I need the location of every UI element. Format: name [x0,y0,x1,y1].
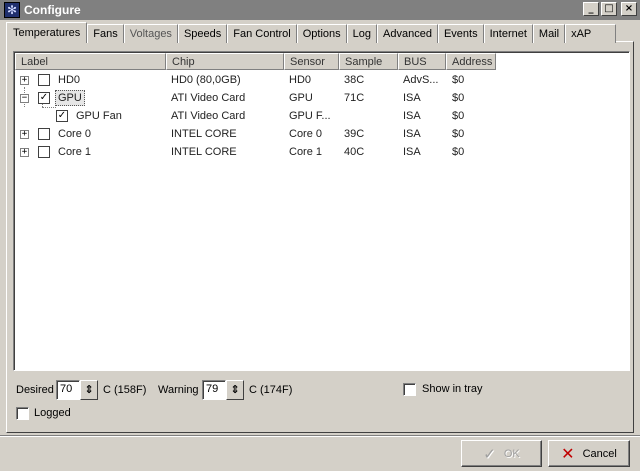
row-bus: ISA [403,146,421,158]
row-sample: 38C [344,74,365,86]
warning-temp-input[interactable]: 79 [202,380,226,400]
tab-voltages[interactable]: Voltages [123,24,178,43]
row-sensor: GPU F... [289,110,331,122]
row-checkbox[interactable] [38,146,50,158]
tab-fan-control[interactable]: Fan Control [227,24,297,43]
footer-divider [0,435,640,437]
cancel-button[interactable]: ✕ Cancel [548,440,630,467]
column-header-sample[interactable]: Sample [339,53,398,70]
table-row[interactable]: ✓ GPU Fan ATI Video Card GPU F... ISA $0 [15,107,630,125]
row-checkbox-checked[interactable]: ✓ [56,110,68,122]
tab-log[interactable]: Log [346,24,378,43]
row-label: Core 0 [58,128,92,140]
tab-strip: Temperatures Fans Voltages Speeds Fan Co… [6,22,617,43]
tab-options[interactable]: Options [296,24,347,43]
table-row[interactable]: − ✓ GPU ATI Video Card GPU 71C ISA $0 [15,89,630,107]
sensor-list[interactable]: Label Chip Sensor Sample BUS Address + H… [13,51,630,371]
desired-spin-button[interactable]: ⇕ [80,380,98,400]
row-label: HD0 [58,74,81,86]
maximize-button[interactable]: □ [601,2,617,16]
tab-mail[interactable]: Mail [532,24,566,43]
row-chip: INTEL CORE [171,128,237,140]
tab-advanced[interactable]: Advanced [377,24,438,43]
row-sensor: Core 0 [289,128,323,140]
row-chip: HD0 (80,0GB) [171,74,241,86]
table-row[interactable]: + HD0 HD0 (80,0GB) HD0 38C AdvS... $0 [15,71,630,89]
checkmark-icon: ✓ [483,445,496,463]
desired-temp-input[interactable]: 70 [56,380,80,400]
desired-unit: C (158F) [103,384,147,396]
tab-internet[interactable]: Internet [483,24,533,43]
row-address: $0 [452,128,465,140]
row-sample: 40C [344,146,365,158]
title-bar[interactable]: ✻ Configure _ □ × [0,0,640,20]
tab-xap[interactable]: xAP [565,24,617,43]
column-header-address[interactable]: Address [446,53,496,70]
collapse-icon[interactable]: − [20,94,29,103]
row-label: Core 1 [58,146,92,158]
row-sensor: Core 1 [289,146,323,158]
expand-icon[interactable]: + [20,76,29,85]
cancel-button-label: Cancel [582,447,617,460]
minimize-button[interactable]: _ [583,2,599,16]
table-row[interactable]: + Core 1 INTEL CORE Core 1 40C ISA $0 [15,143,630,161]
row-checkbox[interactable] [38,74,50,86]
row-bus: ISA [403,110,421,122]
desired-label: Desired [16,384,54,396]
sensor-rows: + HD0 HD0 (80,0GB) HD0 38C AdvS... $0 − … [15,71,630,161]
warning-unit: C (174F) [249,384,293,396]
expand-icon[interactable]: + [20,130,29,139]
warning-label: Warning [158,384,199,396]
logged-checkbox[interactable] [16,407,29,420]
warning-spin-button[interactable]: ⇕ [226,380,244,400]
row-address: $0 [452,110,465,122]
row-bus: ISA [403,128,421,140]
ok-button-label: OK [503,447,520,460]
show-in-tray-label: Show in tray [422,383,483,395]
ok-button[interactable]: ✓ OK [461,440,542,467]
column-header-chip[interactable]: Chip [166,53,284,70]
row-address: $0 [452,146,465,158]
row-sensor: GPU [289,92,313,104]
close-x-icon: ✕ [561,444,575,463]
row-label: GPU [55,90,85,106]
column-header-sensor[interactable]: Sensor [284,53,339,70]
tab-events[interactable]: Events [437,24,484,43]
show-in-tray-checkbox[interactable] [403,383,416,396]
row-label: GPU Fan [76,110,122,122]
column-header-bus[interactable]: BUS [398,53,446,70]
row-bus: AdvS... [403,74,439,86]
tab-speeds[interactable]: Speeds [177,24,228,43]
row-address: $0 [452,92,465,104]
column-header-label[interactable]: Label [15,53,166,70]
row-sample: 71C [344,92,365,104]
row-sensor: HD0 [289,74,312,86]
window-title: Configure [24,3,81,17]
expand-icon[interactable]: + [20,148,29,157]
tab-fans[interactable]: Fans [87,24,124,43]
row-bus: ISA [403,92,421,104]
row-checkbox-checked[interactable]: ✓ [38,92,50,104]
row-checkbox[interactable] [38,128,50,140]
row-address: $0 [452,74,465,86]
table-row[interactable]: + Core 0 INTEL CORE Core 0 39C ISA $0 [15,125,630,143]
logged-label: Logged [34,407,71,419]
fan-icon: ✻ [4,2,20,18]
column-headers: Label Chip Sensor Sample BUS Address [15,53,496,70]
tab-temperatures[interactable]: Temperatures [6,22,88,43]
row-chip: INTEL CORE [171,146,237,158]
close-button[interactable]: × [621,2,637,16]
row-chip: ATI Video Card [171,92,246,104]
row-sample: 39C [344,128,365,140]
row-chip: ATI Video Card [171,110,246,122]
